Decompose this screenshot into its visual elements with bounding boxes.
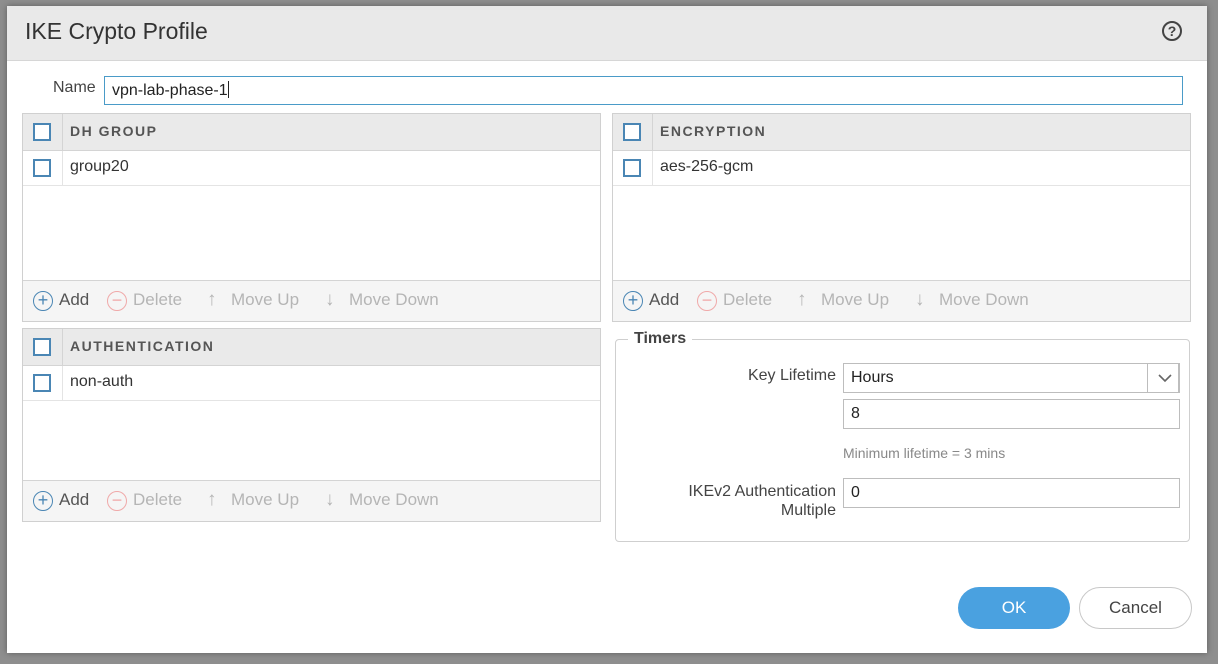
authentication-delete-button: Delete [133, 490, 183, 509]
help-icon[interactable]: ? [1162, 21, 1182, 41]
delete-icon: − [107, 291, 127, 311]
ikev2-auth-multiple-label: IKEv2 Authentication Multiple [636, 482, 836, 520]
key-lifetime-label: Key Lifetime [747, 367, 836, 384]
timers-fieldset: Timers Key Lifetime Hours 8 Minimum life… [615, 330, 1190, 542]
timers-legend: Timers [628, 330, 693, 348]
ikev2-auth-multiple-input[interactable]: 0 [843, 478, 1180, 508]
row-checkbox[interactable] [33, 374, 51, 392]
chevron-down-icon [1158, 374, 1172, 383]
dh-group-select-all-checkbox[interactable] [33, 123, 51, 141]
table-row[interactable]: aes-256-gcm [613, 151, 1190, 186]
column-separator [652, 114, 653, 150]
column-separator [62, 329, 63, 365]
encryption-select-all-checkbox[interactable] [623, 123, 641, 141]
column-separator [652, 151, 653, 185]
arrow-down-icon: ↓ [915, 289, 925, 310]
dh-group-delete-button: Delete [133, 290, 183, 309]
dialog-titlebar: IKE Crypto Profile ? [7, 6, 1207, 61]
dh-group-add-button[interactable]: Add [59, 290, 89, 310]
dialog-title: IKE Crypto Profile [25, 18, 208, 44]
column-separator [62, 114, 63, 150]
name-label: Name [53, 79, 96, 96]
authentication-header: AUTHENTICATION [23, 329, 600, 366]
row-checkbox[interactable] [623, 159, 641, 177]
key-lifetime-hint: Minimum lifetime = 3 mins [843, 445, 1006, 461]
encryption-toolbar: + Add − Delete ↑ Move Up ↓ Move Down [613, 280, 1190, 321]
encryption-header: ENCRYPTION [613, 114, 1190, 151]
authentication-toolbar: + Add − Delete ↑ Move Up ↓ Move Down [23, 480, 600, 521]
dh-group-toolbar: + Add − Delete ↑ Move Up ↓ Move Down [23, 280, 600, 321]
column-separator [62, 366, 63, 400]
dh-group-cell[interactable]: group20 [70, 158, 129, 176]
ikev2-label-line1: IKEv2 Authentication [688, 483, 836, 500]
dh-group-move-up-button: Move Up [231, 290, 300, 309]
key-lifetime-input[interactable]: 8 [843, 399, 1180, 429]
authentication-grid: AUTHENTICATION non-auth + Add − Delete ↑… [22, 328, 601, 522]
authentication-header-label: AUTHENTICATION [70, 338, 215, 354]
delete-icon: − [697, 291, 717, 311]
authentication-select-all-checkbox[interactable] [33, 338, 51, 356]
name-input-value: vpn-lab-phase-1 [112, 82, 228, 99]
ok-button[interactable]: OK [958, 587, 1070, 629]
add-icon[interactable]: + [33, 491, 53, 511]
arrow-up-icon: ↑ [207, 289, 217, 310]
encryption-grid: ENCRYPTION aes-256-gcm + Add − Delete ↑ … [612, 113, 1191, 322]
authentication-cell[interactable]: non-auth [70, 373, 133, 391]
arrow-up-icon: ↑ [207, 489, 217, 510]
authentication-move-down-button: Move Down [349, 490, 439, 509]
arrow-down-icon: ↓ [325, 289, 335, 310]
key-lifetime-unit-value: Hours [851, 369, 894, 386]
key-lifetime-unit-select[interactable]: Hours [843, 363, 1180, 393]
dh-group-header-label: DH GROUP [70, 123, 158, 139]
encryption-add-button[interactable]: Add [649, 290, 679, 310]
table-row[interactable]: group20 [23, 151, 600, 186]
encryption-move-down-button: Move Down [939, 290, 1029, 309]
dh-group-header: DH GROUP [23, 114, 600, 151]
arrow-up-icon: ↑ [797, 289, 807, 310]
name-input[interactable]: vpn-lab-phase-1 [104, 76, 1183, 105]
add-icon[interactable]: + [33, 291, 53, 311]
text-caret [227, 81, 229, 98]
table-row[interactable]: non-auth [23, 366, 600, 401]
cancel-button[interactable]: Cancel [1079, 587, 1192, 629]
authentication-move-up-button: Move Up [231, 490, 300, 509]
encryption-delete-button: Delete [723, 290, 773, 309]
encryption-move-up-button: Move Up [821, 290, 890, 309]
encryption-cell[interactable]: aes-256-gcm [660, 158, 753, 176]
column-separator [62, 151, 63, 185]
delete-icon: − [107, 491, 127, 511]
dh-group-grid: DH GROUP group20 + Add − Delete ↑ Move U… [22, 113, 601, 322]
dropdown-button[interactable] [1147, 363, 1179, 393]
encryption-header-label: ENCRYPTION [660, 123, 767, 139]
ike-crypto-profile-dialog: IKE Crypto Profile ? Name vpn-lab-phase-… [7, 6, 1207, 653]
arrow-down-icon: ↓ [325, 489, 335, 510]
ikev2-label-line2: Multiple [780, 502, 836, 519]
dh-group-move-down-button: Move Down [349, 290, 439, 309]
row-checkbox[interactable] [33, 159, 51, 177]
authentication-add-button[interactable]: Add [59, 490, 89, 510]
add-icon[interactable]: + [623, 291, 643, 311]
